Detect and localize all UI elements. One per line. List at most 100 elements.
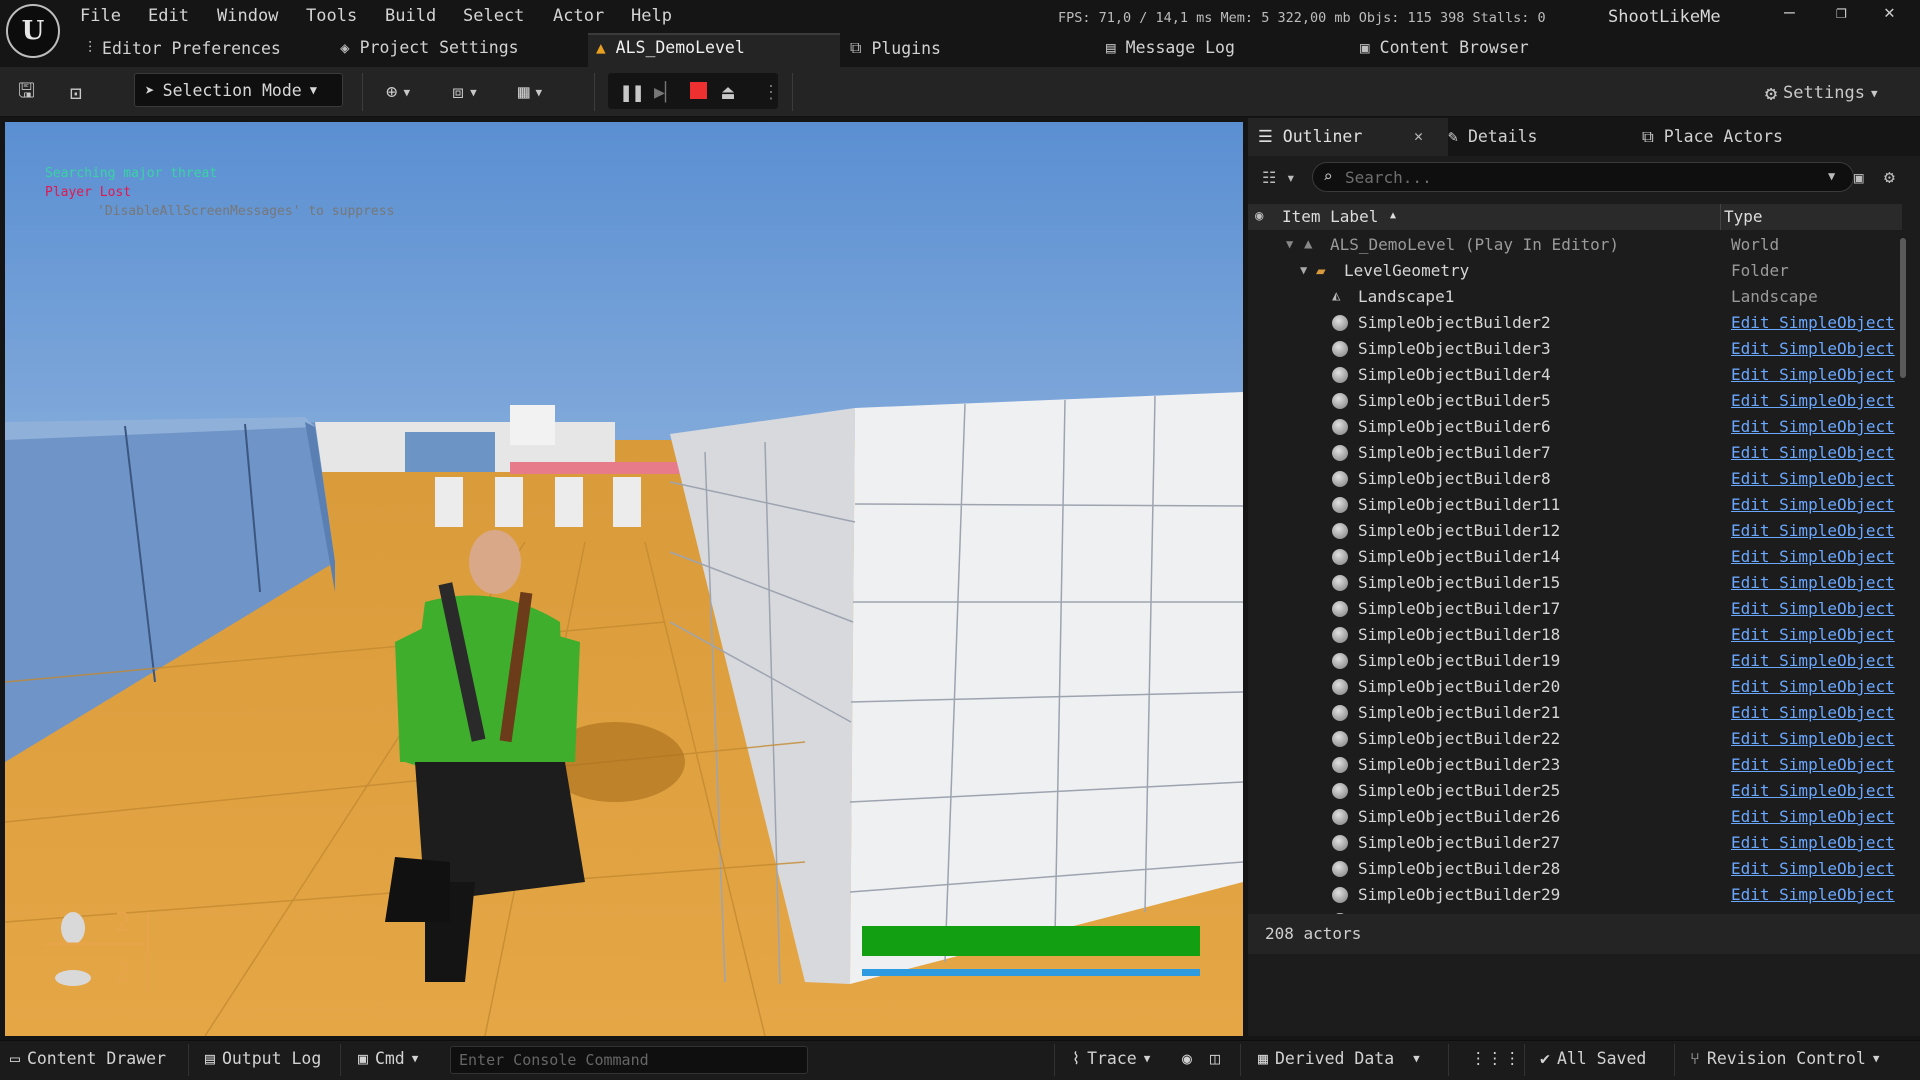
derived-data-dropdown[interactable]: ▦ Derived Data ▼ — [1258, 1049, 1420, 1068]
cinematics-icon[interactable]: ▦ ▼ — [518, 77, 542, 107]
minimize-icon[interactable]: — — [1784, 2, 1795, 23]
record-icon[interactable]: ◉ — [1182, 1049, 1192, 1068]
tab-place-actors[interactable]: ⧉ Place Actors — [1642, 127, 1783, 147]
chevron-down-icon[interactable]: ▼ — [1828, 169, 1835, 183]
tree-row-simple-object[interactable]: SimpleObjectBuilder15 Edit SimpleObject — [1248, 570, 1902, 596]
tree-row-simple-object[interactable]: SimpleObjectBuilder28 Edit SimpleObject — [1248, 856, 1902, 882]
tab-content-browser[interactable]: ▣ Content Browser — [1360, 38, 1529, 57]
edit-simple-object-link[interactable]: Edit SimpleObject — [1731, 885, 1895, 904]
close-window-icon[interactable]: ✕ — [1884, 2, 1895, 23]
stop-icon[interactable] — [690, 82, 707, 99]
tab-editor-preferences[interactable]: ⫶ Editor Preferences — [88, 38, 281, 58]
edit-simple-object-link[interactable]: Edit SimpleObject — [1731, 729, 1895, 748]
tree-row-simple-object[interactable]: SimpleObjectBuilder18 Edit SimpleObject — [1248, 622, 1902, 648]
tree-row-simple-object[interactable]: SimpleObjectBuilder12 Edit SimpleObject — [1248, 518, 1902, 544]
tree-row-simple-object[interactable]: SimpleObjectBuilder7 Edit SimpleObject — [1248, 440, 1902, 466]
column-item-label[interactable]: Item Label — [1282, 207, 1378, 226]
tree-row-simple-object[interactable]: SimpleObjectBuilder29 Edit SimpleObject — [1248, 882, 1902, 908]
expand-arrow-icon[interactable]: ▼ — [1300, 263, 1307, 277]
edit-simple-object-link[interactable]: Edit SimpleObject — [1731, 859, 1895, 878]
edit-simple-object-link[interactable]: Edit SimpleObject — [1731, 573, 1895, 592]
tree-row-simple-object[interactable]: SimpleObjectBuilder25 Edit SimpleObject — [1248, 778, 1902, 804]
edit-simple-object-link[interactable]: Edit SimpleObject — [1731, 833, 1895, 852]
source-control-icon[interactable]: ⋮⋮ — [1470, 1049, 1503, 1068]
tree-row-simple-object[interactable]: SimpleObjectBuilder5 Edit SimpleObject — [1248, 388, 1902, 414]
tree-row-simple-object[interactable]: SimpleObjectBuilder6 Edit SimpleObject — [1248, 414, 1902, 440]
revision-control-dropdown[interactable]: ⑂ Revision Control ▼ — [1690, 1049, 1879, 1068]
pause-icon[interactable]: ❚❚ — [620, 77, 644, 107]
tree-row-landscape[interactable]: ◭ Landscape1 Landscape — [1248, 284, 1902, 310]
edit-simple-object-link[interactable]: Edit SimpleObject — [1731, 521, 1895, 540]
tree-row-simple-object[interactable]: SimpleObjectBuilder11 Edit SimpleObject — [1248, 492, 1902, 518]
tree-row-simple-object[interactable]: SimpleObjectBuilder17 Edit SimpleObject — [1248, 596, 1902, 622]
edit-simple-object-link[interactable]: Edit SimpleObject — [1731, 495, 1895, 514]
expand-arrow-icon[interactable]: ▼ — [1286, 237, 1293, 251]
save-icon[interactable]: 🖫 — [18, 78, 35, 108]
settings-dropdown[interactable]: ⚙ Settings ▼ — [1765, 78, 1878, 108]
edit-simple-object-link[interactable]: Edit SimpleObject — [1731, 469, 1895, 488]
scrollbar-thumb[interactable] — [1900, 238, 1906, 378]
add-actor-icon[interactable]: ⊕ ▼ — [386, 77, 410, 107]
edit-simple-object-link[interactable]: Edit SimpleObject — [1731, 365, 1895, 384]
tree-row-simple-object[interactable]: SimpleObjectBuilder14 Edit SimpleObject — [1248, 544, 1902, 570]
tree-row-simple-object[interactable]: SimpleObjectBuilder4 Edit SimpleObject — [1248, 362, 1902, 388]
menu-edit[interactable]: Edit — [148, 6, 189, 26]
menu-tools[interactable]: Tools — [306, 6, 357, 26]
tab-project-settings[interactable]: ◈ Project Settings — [340, 38, 519, 57]
tab-details[interactable]: ✎ Details — [1448, 127, 1537, 146]
gear-icon[interactable]: ⚙ — [1884, 167, 1895, 188]
tree-row-simple-object[interactable]: SimpleObjectBuilder2 Edit SimpleObject — [1248, 310, 1902, 336]
tree-row-simple-object[interactable]: SimpleObjectBuilder23 Edit SimpleObject — [1248, 752, 1902, 778]
tree-row-folder[interactable]: ▼ ▰ LevelGeometry Folder — [1248, 258, 1902, 284]
selection-mode-dropdown[interactable]: ➤ Selection Mode ▼ — [134, 73, 343, 107]
menu-file[interactable]: File — [80, 6, 121, 26]
eject-icon[interactable]: ⏏ — [722, 77, 734, 107]
menu-window[interactable]: Window — [217, 6, 278, 26]
edit-simple-object-link[interactable]: Edit SimpleObject — [1731, 807, 1895, 826]
tree-row-simple-object[interactable]: SimpleObjectBuilder20 Edit SimpleObject — [1248, 674, 1902, 700]
tree-row-simple-object[interactable]: SimpleObjectBuilder8 Edit SimpleObject — [1248, 466, 1902, 492]
more-options-icon[interactable]: ⋮ — [762, 77, 780, 107]
tab-outliner[interactable]: ☰ Outliner — [1258, 127, 1362, 146]
edit-simple-object-link[interactable]: Edit SimpleObject — [1731, 339, 1895, 358]
edit-simple-object-link[interactable]: Edit SimpleObject — [1731, 781, 1895, 800]
trace-dropdown[interactable]: ⌇ Trace ▼ — [1072, 1049, 1150, 1068]
tree-row-simple-object[interactable]: SimpleObjectBuilder26 Edit SimpleObject — [1248, 804, 1902, 830]
tab-plugins[interactable]: ⧉ Plugins — [850, 38, 941, 58]
edit-simple-object-link[interactable]: Edit SimpleObject — [1731, 547, 1895, 566]
edit-simple-object-link[interactable]: Edit SimpleObject — [1731, 755, 1895, 774]
tree-row-simple-object[interactable]: SimpleObjectBuilder21 Edit SimpleObject — [1248, 700, 1902, 726]
all-saved-button[interactable]: ✔ All Saved — [1540, 1049, 1646, 1068]
maximize-icon[interactable]: ❐ — [1836, 2, 1847, 23]
tree-row-simple-object[interactable]: SimpleObjectBuilder3 Edit SimpleObject — [1248, 336, 1902, 362]
game-viewport[interactable]: Searching major threat Player Lost 'Disa… — [5, 122, 1243, 1036]
tab-als-demolevel[interactable]: ▲ ALS_DemoLevel — [596, 38, 745, 57]
tab-message-log[interactable]: ▤ Message Log — [1106, 38, 1235, 57]
tree-row-simple-object[interactable]: SimpleObjectBuilder19 Edit SimpleObject — [1248, 648, 1902, 674]
edit-simple-object-link[interactable]: Edit SimpleObject — [1731, 313, 1895, 332]
column-type[interactable]: Type — [1724, 207, 1763, 226]
edit-simple-object-link[interactable]: Edit SimpleObject — [1731, 625, 1895, 644]
close-tab-icon[interactable]: ✕ — [1414, 127, 1423, 145]
console-command-input[interactable]: Enter Console Command — [450, 1046, 808, 1074]
tree-row-world[interactable]: ▼ ▲ ALS_DemoLevel (Play In Editor) World — [1248, 232, 1902, 258]
menu-help[interactable]: Help — [631, 6, 672, 26]
edit-simple-object-link[interactable]: Edit SimpleObject — [1731, 599, 1895, 618]
edit-simple-object-link[interactable]: Edit SimpleObject — [1731, 443, 1895, 462]
edit-simple-object-link[interactable]: Edit SimpleObject — [1731, 703, 1895, 722]
tree-row-simple-object[interactable]: SimpleObjectBuilder22 Edit SimpleObject — [1248, 726, 1902, 752]
content-drawer-button[interactable]: ▭ Content Drawer — [10, 1049, 166, 1068]
edit-simple-object-link[interactable]: Edit SimpleObject — [1731, 391, 1895, 410]
tree-row-simple-object[interactable]: SimpleObjectBuilder27 Edit SimpleObject — [1248, 830, 1902, 856]
edit-simple-object-link[interactable]: Edit SimpleObject — [1731, 417, 1895, 436]
edit-simple-object-link[interactable]: Edit SimpleObject — [1731, 677, 1895, 696]
browse-icon[interactable]: ⊡ — [70, 78, 82, 108]
edit-simple-object-link[interactable]: Edit SimpleObject — [1731, 651, 1895, 670]
visibility-eye-icon[interactable]: ◉ — [1255, 208, 1263, 224]
screenshot-icon[interactable]: ◫ — [1210, 1049, 1220, 1068]
blueprint-icon[interactable]: ⧈ ▼ — [452, 77, 477, 107]
cmd-dropdown[interactable]: ▣ Cmd ▼ — [358, 1049, 418, 1068]
menu-actor[interactable]: Actor — [553, 6, 604, 26]
output-log-button[interactable]: ▤ Output Log — [205, 1049, 321, 1068]
menu-select[interactable]: Select — [463, 6, 524, 26]
